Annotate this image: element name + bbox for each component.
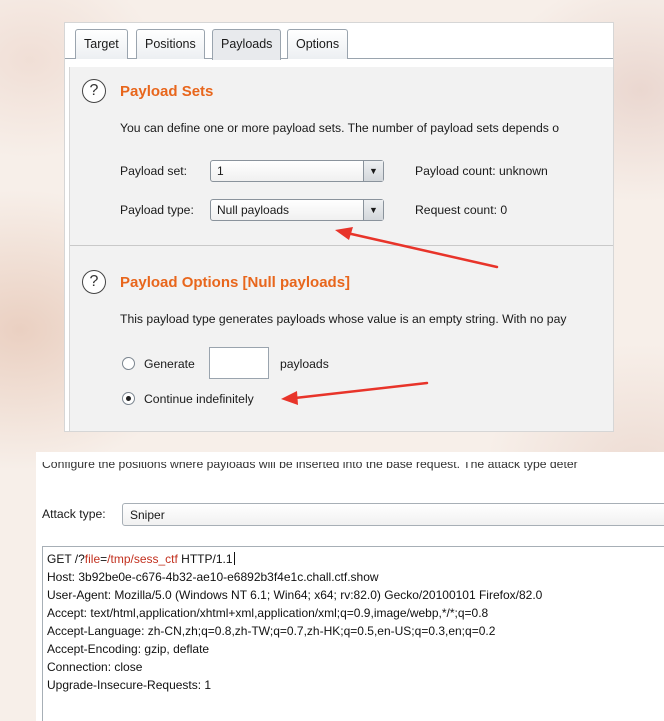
request-header-line: Upgrade-Insecure-Requests: 1 xyxy=(47,678,212,692)
request-header-line: User-Agent: Mozilla/5.0 (Windows NT 6.1;… xyxy=(47,588,543,602)
annotation-arrow xyxy=(335,227,499,269)
payload-type-select[interactable]: Null payloads ▼ xyxy=(210,199,384,221)
generate-count-input[interactable] xyxy=(209,347,269,379)
request-count-key: Request count: xyxy=(415,203,497,217)
annotation-arrow xyxy=(281,381,429,405)
tab-options[interactable]: Options xyxy=(287,29,349,59)
positions-intro: Configure the positions where payloads w… xyxy=(42,462,578,471)
chevron-down-icon[interactable]: ▼ xyxy=(363,200,383,220)
payload-options-description: This payload type generates payloads who… xyxy=(120,312,567,326)
request-editor[interactable]: GET /?file=/tmp/sess_ctf HTTP/1.1 Host: … xyxy=(42,546,664,721)
payload-count-key: Payload count: xyxy=(415,164,496,178)
tab-payloads[interactable]: Payloads xyxy=(212,29,282,60)
request-method-path: GET /? xyxy=(47,552,85,566)
help-icon[interactable]: ? xyxy=(82,270,106,294)
payload-set-value: 1 xyxy=(217,164,224,178)
payload-options-title: Payload Options [Null payloads] xyxy=(120,274,351,291)
request-count-label: Request count: 0 xyxy=(415,203,507,217)
tab-bar: Target Positions Payloads Options xyxy=(65,23,613,63)
payload-count-value: unknown xyxy=(499,164,548,178)
tab-positions[interactable]: Positions xyxy=(136,29,205,59)
payload-count-label: Payload count: unknown xyxy=(415,164,548,178)
payload-set-select[interactable]: 1 ▼ xyxy=(210,160,384,182)
attack-type-select[interactable]: Sniper xyxy=(122,503,664,526)
payloads-suffix-label: payloads xyxy=(280,357,329,371)
request-param-value: /tmp/sess_ctf xyxy=(107,552,178,566)
tab-target[interactable]: Target xyxy=(75,29,128,59)
request-count-value: 0 xyxy=(500,203,508,217)
request-header-line: Accept-Language: zh-CN,zh;q=0.8,zh-TW;q=… xyxy=(47,624,496,638)
payload-sets-description: You can define one or more payload sets.… xyxy=(120,121,560,135)
request-header-line: Connection: close xyxy=(47,660,143,674)
payload-type-label: Payload type: xyxy=(120,203,194,217)
payload-set-label: Payload set: xyxy=(120,164,188,178)
chevron-down-icon[interactable]: ▼ xyxy=(363,161,383,181)
continue-indefinitely-label: Continue indefinitely xyxy=(144,392,254,406)
help-icon[interactable]: ? xyxy=(82,79,106,103)
generate-label: Generate xyxy=(144,357,195,371)
request-header-line: Host: 3b92be0e-c676-4b32-ae10-e6892b3f4e… xyxy=(47,570,379,584)
intruder-positions-panel: Configure the positions where payloads w… xyxy=(36,452,664,721)
request-header-line: Accept: text/html,application/xhtml+xml,… xyxy=(47,606,489,620)
continue-indefinitely-radio[interactable] xyxy=(122,392,135,405)
request-line-first: GET /?file=/tmp/sess_ctf HTTP/1.1 xyxy=(47,552,235,566)
request-protocol: HTTP/1.1 xyxy=(177,552,233,566)
request-header-line: Accept-Encoding: gzip, deflate xyxy=(47,642,210,656)
payload-sets-title: Payload Sets xyxy=(120,83,214,100)
attack-type-value: Sniper xyxy=(130,508,165,522)
intruder-payloads-panel: Target Positions Payloads Options ? Payl… xyxy=(64,22,614,432)
generate-radio[interactable] xyxy=(122,357,135,370)
payload-type-value: Null payloads xyxy=(217,203,290,217)
request-param-name: file xyxy=(84,552,101,566)
positions-intro-text: Configure the positions where payloads w… xyxy=(42,462,578,472)
attack-type-label: Attack type: xyxy=(42,507,106,521)
text-caret xyxy=(233,552,235,565)
